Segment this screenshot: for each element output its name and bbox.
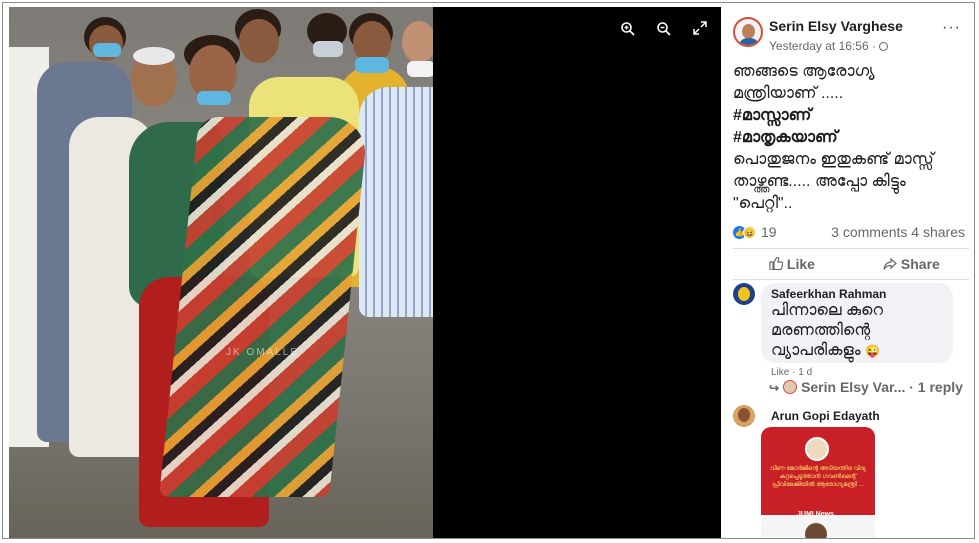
screenshot-frame: JK OMALLE Serin Elsy Varghese Yesterday …	[2, 2, 975, 539]
post-text-line: ഞങ്ങടെ ആരോഗ്യ	[733, 63, 875, 80]
more-options-icon[interactable]: ···	[942, 19, 961, 37]
globe-icon	[878, 42, 888, 51]
face-mask	[93, 43, 121, 57]
reply-author-avatar	[783, 380, 798, 394]
share-icon	[883, 256, 901, 272]
post-text-line: താഴ്ത്തണ്ട..... അപ്പോ കിട്ടും	[733, 173, 906, 190]
haha-reaction-icon[interactable]: 😆	[743, 226, 756, 239]
comment-text-line: മരണത്തിന്റെ	[771, 322, 871, 339]
commenter-name[interactable]: Safeerkhan Rahman	[771, 287, 943, 301]
attachment-portrait	[805, 437, 829, 461]
face	[402, 21, 433, 63]
post-text-line: "പെറ്റി"..	[733, 195, 793, 212]
attachment-text: വീണ ജോർജിന്റെ അടിയന്തിര വിദ്യ കുറ്റപ്പെട…	[770, 466, 866, 488]
face-mask	[313, 41, 343, 57]
post-panel: Serin Elsy Varghese Yesterday at 16:56 ·…	[721, 7, 973, 538]
commenter-avatar[interactable]	[733, 405, 755, 427]
commenter-avatar[interactable]	[733, 283, 755, 305]
author-avatar[interactable]	[733, 17, 763, 47]
face-mask	[355, 57, 389, 73]
divider	[733, 279, 969, 280]
comment-text-line: വ്യാപരികളും	[771, 342, 861, 359]
media-viewer	[433, 7, 721, 538]
reply-author: Serin Elsy Var...	[801, 379, 906, 395]
reactions-bar: 👍 😆 19 3 comments 4 shares	[733, 222, 965, 244]
person-striped-shirt	[359, 87, 433, 317]
like-button[interactable]: Like	[769, 256, 815, 272]
post-timestamp[interactable]: Yesterday at 16:56 ·	[769, 39, 888, 53]
attachment-logo: JUMI News	[797, 511, 834, 518]
hair-grey	[133, 47, 175, 65]
zoom-out-icon[interactable]	[655, 21, 673, 39]
divider	[733, 248, 969, 249]
face-mask	[407, 61, 433, 77]
comments-shares-count[interactable]: 3 comments 4 shares	[831, 224, 965, 240]
like-label: Like	[786, 256, 815, 272]
post-actions: Like Share	[733, 251, 969, 279]
hashtag-link[interactable]: #മാസ്സാണ്	[733, 105, 965, 127]
face-mask	[197, 91, 231, 105]
post-text-line: മന്ത്രിയാണ് .....	[733, 85, 844, 102]
share-label: Share	[900, 256, 940, 272]
commenter-name[interactable]: Arun Gopi Edayath	[771, 409, 880, 423]
timestamp-text: Yesterday at 16:56 ·	[769, 39, 876, 53]
post-text-line: പൊതുജനം ഇതുകണ്ട് മാസ്സ്	[733, 151, 934, 168]
view-replies-link[interactable]: ↪ Serin Elsy Var... · 1 reply	[769, 379, 969, 395]
hashtag-link[interactable]: #മാതൃകയാണ്	[733, 127, 965, 149]
share-button[interactable]: Share	[883, 256, 940, 272]
expand-icon[interactable]	[691, 21, 709, 39]
zoom-in-icon[interactable]	[619, 21, 637, 39]
reply-arrow-icon: ↪	[769, 381, 780, 395]
reaction-count[interactable]: 19	[761, 224, 777, 240]
post-photo[interactable]: JK OMALLE	[9, 7, 433, 538]
comment-text-line: വ്യാപരികളും 😜	[771, 341, 943, 361]
comment-bubble: Safeerkhan Rahman പിന്നാലെ കുറെ മരണത്തിന…	[761, 283, 953, 363]
face	[239, 19, 279, 63]
photo-watermark: JK OMALLE	[226, 347, 300, 358]
post-author-name[interactable]: Serin Elsy Varghese	[769, 18, 903, 34]
reply-count: · 1 reply	[909, 379, 963, 395]
comment-meta[interactable]: Like · 1 d	[771, 367, 812, 378]
post-text: ഞങ്ങടെ ആരോഗ്യ മന്ത്രിയാണ് ..... #മാസ്സാണ…	[733, 61, 965, 215]
avatar-face	[742, 24, 755, 39]
thumbs-up-icon	[769, 256, 787, 272]
comment: Safeerkhan Rahman പിന്നാലെ കുറെ മരണത്തിന…	[733, 283, 969, 378]
comment-text-line: പിന്നാലെ കുറെ	[771, 302, 884, 319]
wink-emoji-icon: 😜	[864, 344, 880, 358]
attachment-portrait-2	[805, 523, 827, 538]
comment-image-attachment[interactable]: വീണ ജോർജിന്റെ അടിയന്തിര വിദ്യ കുറ്റപ്പെട…	[761, 427, 875, 538]
avatar-body	[738, 38, 760, 45]
